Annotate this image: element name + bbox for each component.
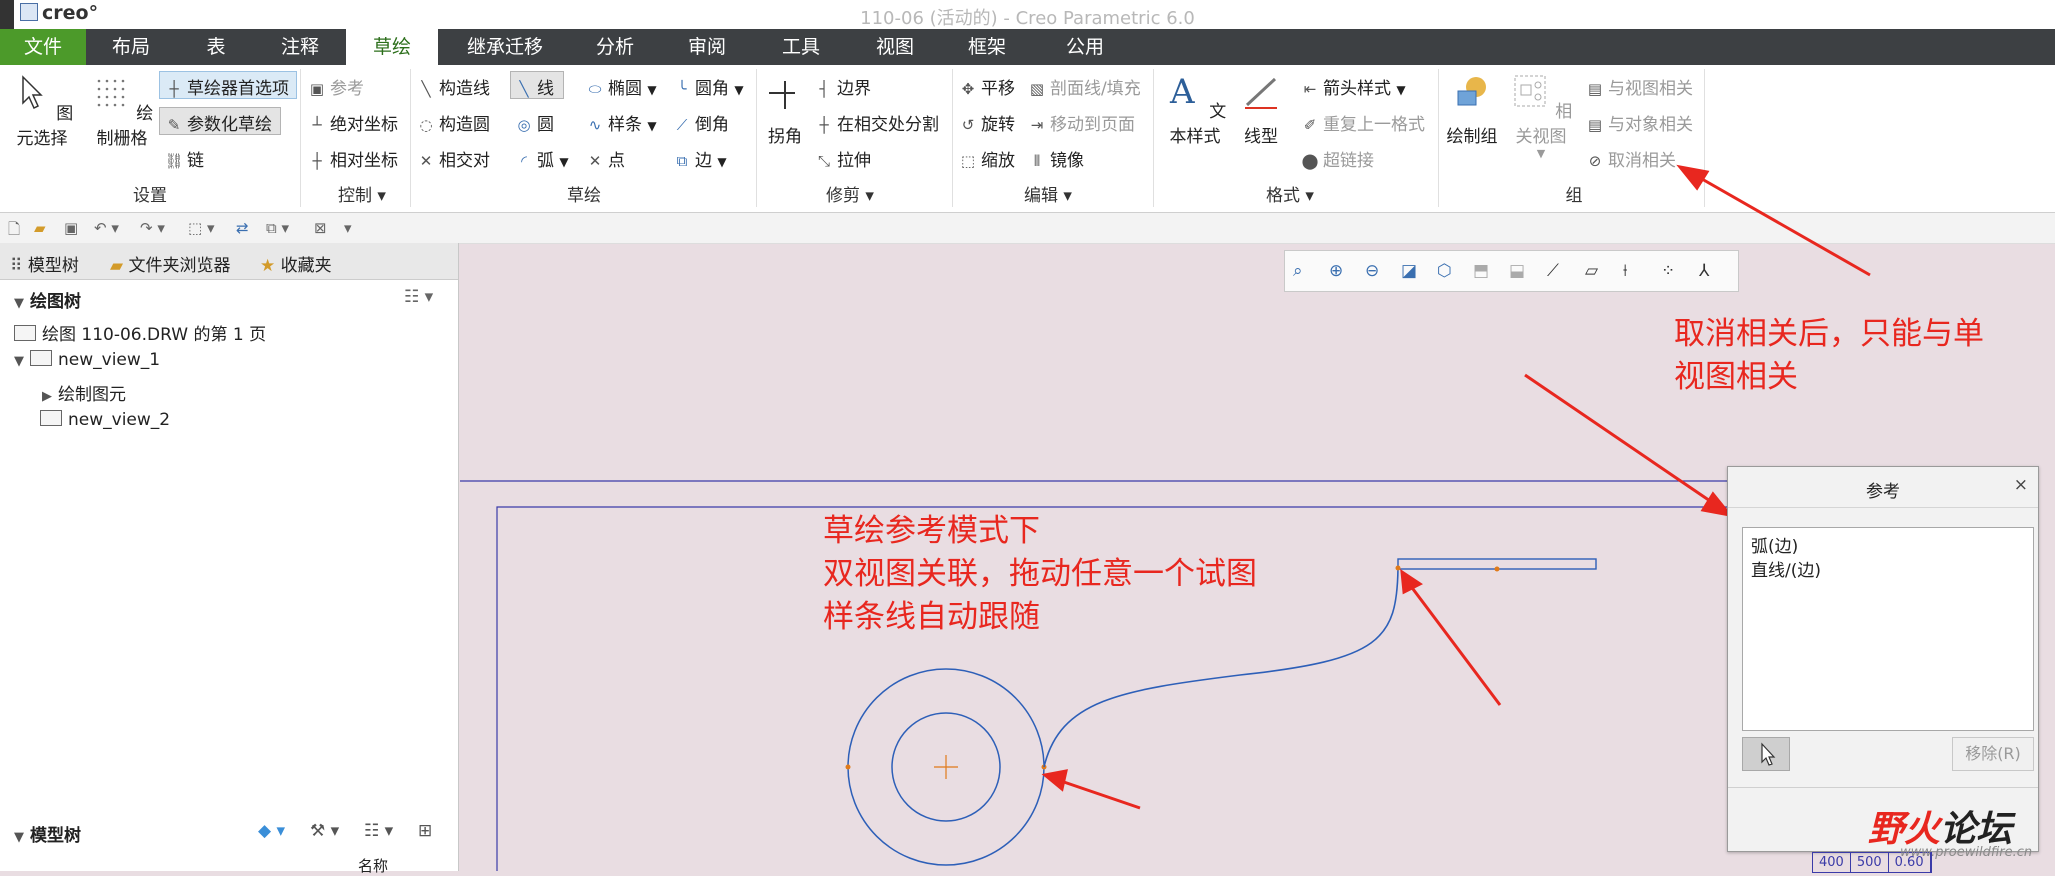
view-manager-icon[interactable]: ⬒ [1473,261,1489,281]
zoom-out-icon[interactable]: ⊖ [1365,261,1379,281]
annotation-center: 草绘参考模式下 双视图关联，拖动任意一个试图 样条线自动跟随 [823,513,1257,635]
saved-views-icon[interactable]: ⬓ [1509,261,1525,281]
reference-dialog: 参考 × 弧(边) 直线/(边) 移除(R) [1727,466,2039,852]
watermark-url: www.proewildfire.cn [1900,845,2033,860]
line-midpoint [1494,566,1500,572]
datum-display-icon[interactable]: ⟋ [1547,261,1559,281]
annotation-top-right: 取消相关后，只能与单 视图相关 [1674,316,1984,395]
dialog-header: 参考 × [1728,467,2038,508]
refit-icon[interactable]: ⌕ [1293,261,1303,281]
arc-endpoint [845,764,851,770]
axis-display-icon[interactable]: ⟊ [1623,261,1627,281]
spline-endpoint [1395,565,1401,571]
cursor-icon [1761,742,1776,766]
dialog-title: 参考 [1866,482,1900,502]
csys-display-icon[interactable]: ⅄ [1699,261,1709,281]
list-item[interactable]: 直线/(边) [1751,556,1821,581]
select-reference-button[interactable] [1742,737,1790,771]
view-toolbar: ⌕ ⊕ ⊖ ◪ ⬡ ⬒ ⬓ ⟋ ▱ ⟊ ⁘ ⅄ [1284,250,1739,292]
list-item[interactable]: 弧(边) [1751,532,1798,557]
repaint-icon[interactable]: ◪ [1401,261,1417,281]
dialog-divider [1728,787,2038,788]
close-icon[interactable]: × [2014,475,2028,495]
point-display-icon[interactable]: ⁘ [1661,261,1675,281]
center-mark [934,755,958,779]
reference-list[interactable]: 弧(边) 直线/(边) [1742,527,2034,731]
display-style-icon[interactable]: ⬡ [1437,261,1452,281]
zoom-in-icon[interactable]: ⊕ [1329,261,1343,281]
remove-button[interactable]: 移除(R) [1952,737,2034,771]
plane-display-icon[interactable]: ▱ [1585,261,1598,281]
